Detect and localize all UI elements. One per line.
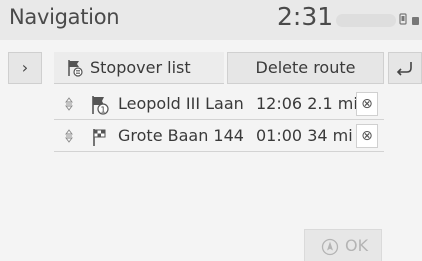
stop-time: 12:06 xyxy=(256,94,303,113)
stop-distance: 34 mi xyxy=(307,126,353,145)
page-title: Navigation xyxy=(9,5,120,29)
delete-route-button[interactable]: Delete route xyxy=(227,52,384,84)
stop-row[interactable]: Grote Baan 144 01:00 34 mi ⊗ xyxy=(54,120,384,152)
ok-label: OK xyxy=(345,236,369,255)
stop-distance: 2.1 mi xyxy=(307,94,358,113)
stop-name: Grote Baan 144 xyxy=(118,126,244,145)
reorder-handle-icon[interactable] xyxy=(64,97,74,111)
checkered-flag-icon xyxy=(93,129,106,146)
delete-stop-button[interactable]: ⊗ xyxy=(356,92,378,116)
stopover-list-icon xyxy=(68,60,83,77)
stop-name: Leopold III Laan xyxy=(118,94,244,113)
waypoint-flag-icon: 1 xyxy=(92,96,109,115)
stop-eta-distance: 12:06 2.1 mi xyxy=(256,94,358,113)
header-bar: Navigation 2:31 xyxy=(0,0,422,40)
back-arrow-icon xyxy=(396,62,412,76)
phone-icon xyxy=(399,13,407,25)
ok-button[interactable]: OK xyxy=(304,229,382,261)
stop-time: 01:00 xyxy=(256,126,303,145)
signal-icon xyxy=(411,17,419,25)
stopover-list-header: Stopover list xyxy=(54,52,224,84)
chevron-right-icon: › xyxy=(21,58,29,77)
status-icons xyxy=(399,12,421,25)
navigation-icon xyxy=(321,238,339,256)
close-circle-icon: ⊗ xyxy=(361,128,373,144)
status-bar-area xyxy=(336,14,396,27)
stop-eta-distance: 01:00 34 mi xyxy=(256,126,353,145)
close-circle-icon: ⊗ xyxy=(361,96,373,112)
delete-stop-button[interactable]: ⊗ xyxy=(356,124,378,148)
stopover-list-label: Stopover list xyxy=(90,58,191,77)
back-button[interactable] xyxy=(388,52,422,84)
stop-row[interactable]: 1 Leopold III Laan 12:06 2.1 mi ⊗ xyxy=(54,88,384,120)
waypoint-number: 1 xyxy=(100,106,105,115)
clock: 2:31 xyxy=(277,2,334,31)
side-menu-tab[interactable]: › xyxy=(8,52,42,84)
reorder-handle-icon[interactable] xyxy=(64,129,74,143)
